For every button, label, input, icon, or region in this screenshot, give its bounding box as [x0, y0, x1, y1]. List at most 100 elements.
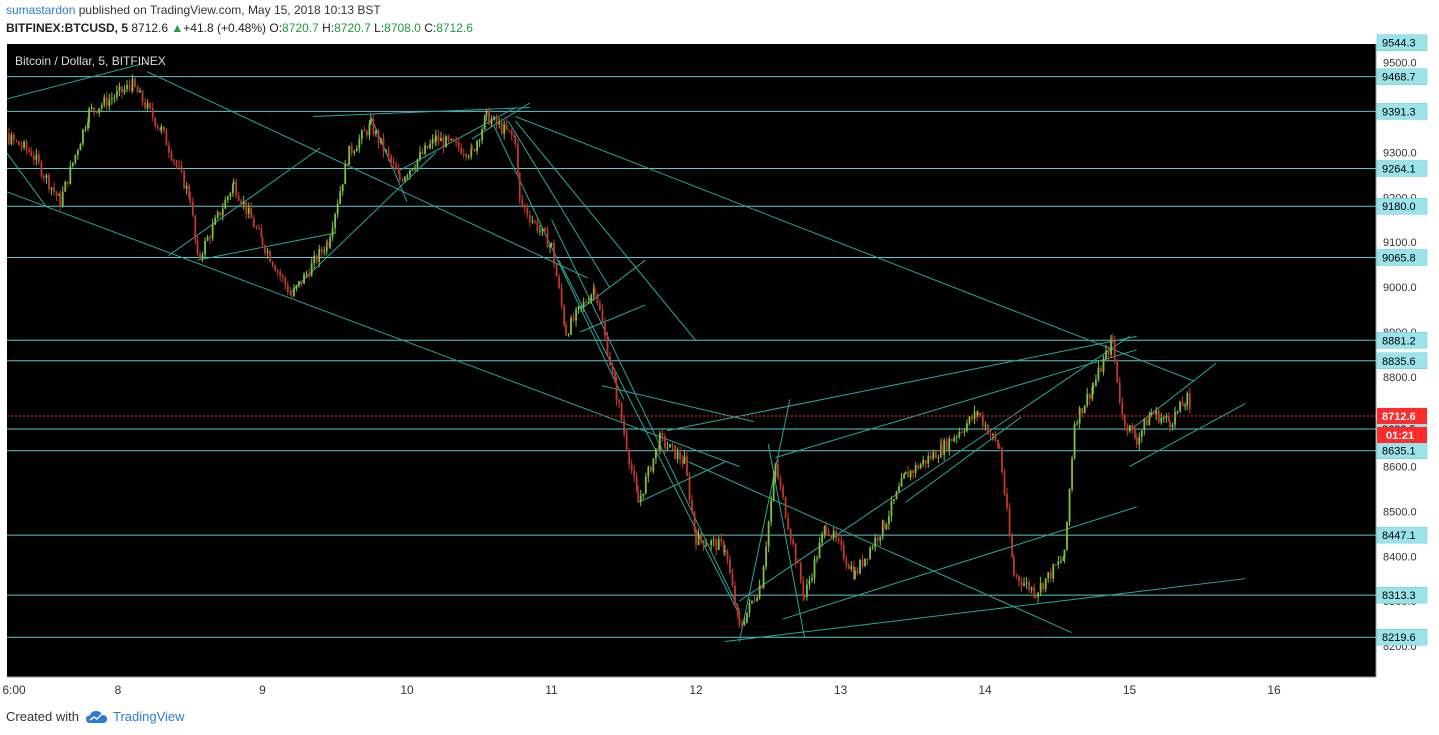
- candle-body: [339, 191, 342, 204]
- candle-body: [385, 150, 387, 152]
- candle-body: [231, 184, 234, 194]
- candle-body: [411, 169, 414, 171]
- candle-body: [201, 254, 204, 257]
- candle-body: [948, 438, 951, 451]
- candle-body: [189, 197, 192, 202]
- candle-body: [387, 150, 390, 156]
- candle-body: [1167, 416, 1170, 422]
- candle-body: [13, 134, 15, 141]
- candle-body: [1171, 424, 1174, 428]
- candle-body: [671, 444, 674, 446]
- candle-body: [160, 126, 163, 131]
- candle-body: [717, 538, 720, 550]
- candle-body: [118, 86, 121, 91]
- candle-body: [570, 317, 572, 335]
- candle-body: [116, 90, 118, 98]
- candle-body: [818, 542, 821, 559]
- candle-body: [334, 214, 337, 228]
- candle-body: [587, 301, 590, 303]
- candle-body: [48, 175, 50, 190]
- chart-title: Bitcoin / Dollar, 5, BITFINEX: [15, 54, 166, 68]
- candle-body: [348, 145, 351, 165]
- candle-body: [567, 334, 570, 336]
- candle-body: [1034, 596, 1037, 598]
- candle-body: [1008, 507, 1011, 536]
- candle-body: [1155, 410, 1158, 415]
- candle-body: [105, 97, 108, 107]
- created-with-label: Created with: [6, 709, 79, 724]
- candle-body: [740, 624, 743, 626]
- candle-body: [295, 285, 298, 289]
- candle-body: [879, 536, 882, 541]
- candle-body: [1128, 425, 1131, 432]
- candle-body: [437, 135, 440, 142]
- candle-body: [695, 530, 697, 545]
- candle-body: [1116, 359, 1119, 383]
- candle-body: [966, 423, 968, 432]
- candle-body: [355, 148, 358, 152]
- candle-body: [74, 154, 77, 163]
- candle-body: [23, 141, 25, 148]
- level-label: 8447.1: [1382, 530, 1416, 542]
- candle-body: [69, 165, 72, 184]
- candle-body: [141, 90, 144, 103]
- candle-body: [257, 227, 260, 229]
- candle-body: [514, 137, 517, 144]
- candle-body: [149, 103, 152, 109]
- candle-body: [539, 230, 541, 232]
- candle-body: [753, 600, 756, 602]
- candle-body: [32, 155, 35, 160]
- x-tick-label: 6:00: [2, 683, 26, 697]
- candle-body: [724, 550, 726, 552]
- candle-body: [940, 444, 943, 456]
- candle-body: [1088, 393, 1091, 399]
- candle-body: [934, 452, 937, 459]
- candle-body: [683, 456, 686, 464]
- tradingview-link[interactable]: TradingView: [85, 709, 185, 724]
- candle-body: [490, 119, 493, 125]
- candle-body: [531, 220, 534, 222]
- candle-body: [170, 152, 173, 160]
- candle-body: [1068, 489, 1071, 523]
- candle-body: [84, 128, 87, 130]
- candle-body: [194, 215, 197, 241]
- candle-body: [1140, 430, 1143, 437]
- candle-body: [191, 201, 194, 216]
- candle-body: [505, 124, 508, 130]
- candle-body: [93, 107, 96, 111]
- candle-body: [154, 117, 157, 126]
- candle-body: [748, 602, 751, 613]
- candle-body: [958, 432, 961, 437]
- level-label: 8835.6: [1382, 356, 1416, 368]
- candle-body: [7, 133, 8, 135]
- candle-body: [247, 207, 250, 214]
- candle-body: [1086, 393, 1089, 406]
- candle-body: [1186, 393, 1189, 406]
- candle-body: [620, 402, 623, 421]
- candle-body: [859, 559, 861, 574]
- candle-body: [431, 138, 434, 144]
- candle-body: [767, 521, 770, 547]
- candle-body: [765, 546, 767, 567]
- candle-body: [1145, 419, 1148, 426]
- price-chart[interactable]: 8200.08300.08400.08500.08600.08700.08800…: [0, 0, 1439, 705]
- candle-body: [403, 177, 406, 182]
- candle-body: [919, 464, 922, 469]
- candle-body: [950, 438, 953, 442]
- candle-body: [455, 141, 458, 143]
- candle-body: [131, 78, 134, 92]
- x-tick-label: 12: [689, 683, 703, 697]
- candle-body: [840, 540, 843, 545]
- candle-body: [979, 412, 982, 416]
- candle-body: [676, 452, 679, 459]
- candle-body: [123, 89, 126, 93]
- x-tick-label: 15: [1123, 683, 1137, 697]
- candle-body: [290, 294, 293, 297]
- candle-body: [3, 127, 5, 134]
- candle-body: [1095, 379, 1097, 386]
- y-tick-label: 9000.0: [1383, 282, 1417, 294]
- candle-body: [835, 531, 838, 539]
- candle-body: [593, 288, 596, 294]
- y-tick-label: 8400.0: [1383, 551, 1417, 563]
- candle-body: [864, 558, 866, 566]
